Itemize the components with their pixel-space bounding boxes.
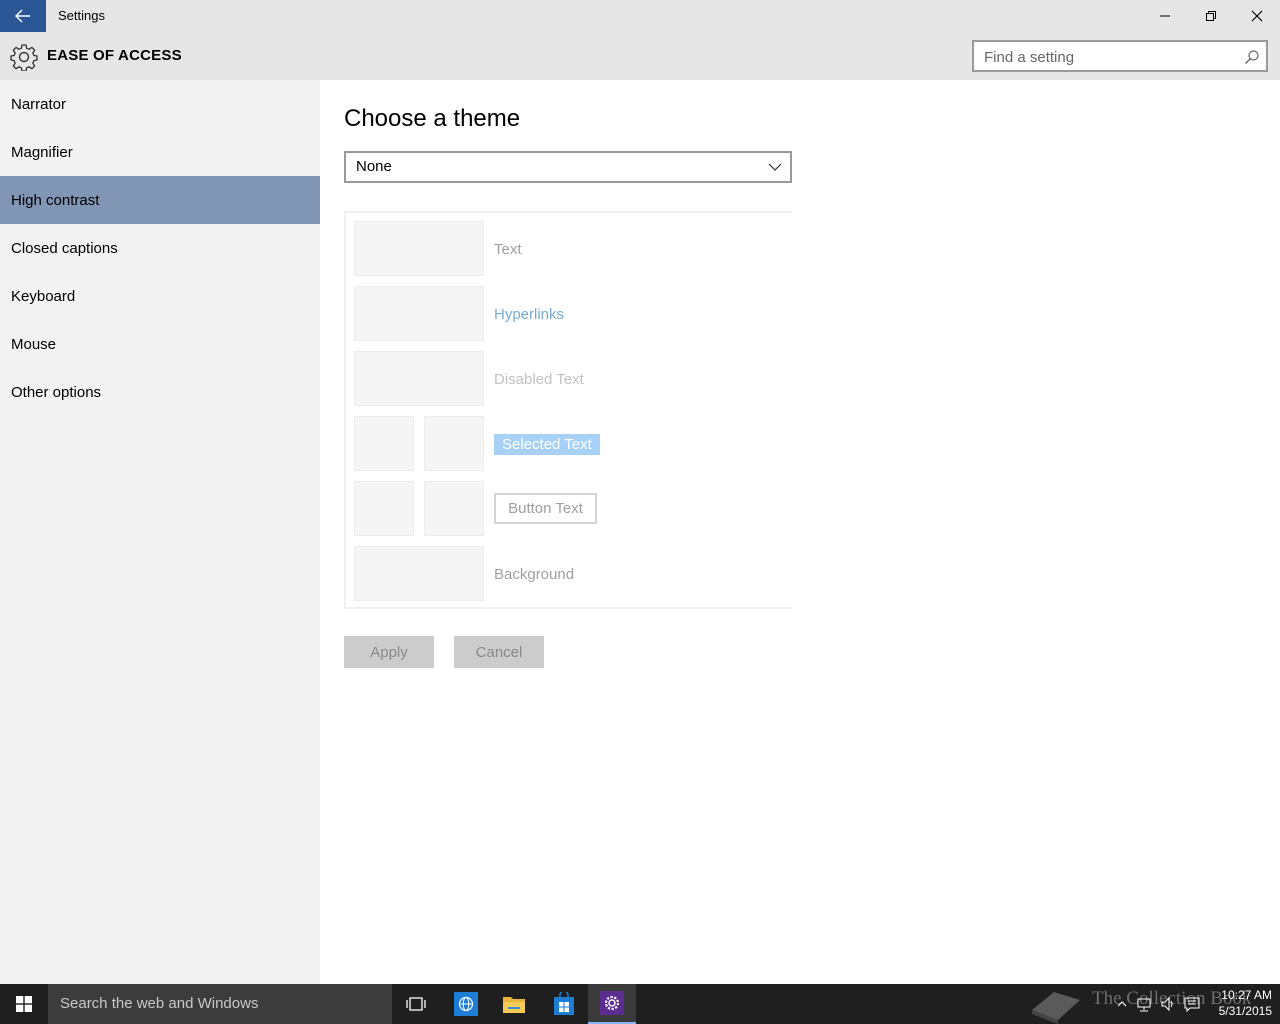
- title-bar: Settings: [0, 0, 1280, 32]
- search-box[interactable]: [972, 40, 1268, 72]
- preview-text-label: Text: [494, 241, 522, 258]
- theme-preview: Text Hyperlinks Disabled Text Selected T…: [344, 211, 792, 609]
- hyperlink-color-swatch[interactable]: [354, 286, 484, 341]
- network-icon[interactable]: [1136, 994, 1152, 1014]
- sidebar-item-narrator[interactable]: Narrator: [0, 80, 320, 128]
- folder-icon: [503, 997, 525, 1013]
- preview-hyperlinks-label: Hyperlinks: [494, 306, 565, 323]
- selected-text-bg-swatch[interactable]: [424, 416, 484, 471]
- button-text-fg-swatch[interactable]: [354, 481, 414, 536]
- back-arrow-icon: [15, 9, 30, 23]
- preview-background-label: Background: [494, 566, 575, 583]
- theme-dropdown[interactable]: None: [344, 151, 792, 183]
- volume-icon[interactable]: [1160, 994, 1176, 1014]
- start-button[interactable]: [0, 984, 48, 1024]
- search-icon[interactable]: [1244, 49, 1260, 65]
- sidebar-item-other-options[interactable]: Other options: [0, 368, 320, 416]
- sidebar-item-keyboard[interactable]: Keyboard: [0, 272, 320, 320]
- close-icon: [1251, 10, 1263, 22]
- back-button[interactable]: [0, 0, 46, 32]
- text-color-swatch[interactable]: [354, 221, 484, 276]
- sidebar-item-closed-captions[interactable]: Closed captions: [0, 224, 320, 272]
- background-color-swatch[interactable]: [354, 546, 484, 601]
- button-text-bg-swatch[interactable]: [424, 481, 484, 536]
- globe-icon: [454, 992, 478, 1016]
- settings-header: EASE OF ACCESS: [0, 32, 1280, 80]
- clock-time: 10:27 AM: [1221, 988, 1272, 1002]
- close-button[interactable]: [1234, 0, 1280, 32]
- taskbar-search-text: Search the web and Windows: [60, 995, 259, 1012]
- preview-disabled-text-label: Disabled Text: [494, 371, 584, 388]
- gear-icon: [10, 44, 38, 71]
- section-title: EASE OF ACCESS: [47, 47, 182, 64]
- taskbar-search-box[interactable]: Search the web and Windows: [48, 984, 392, 1024]
- minimize-button[interactable]: [1142, 0, 1188, 32]
- minimize-icon: [1160, 15, 1170, 17]
- apply-button[interactable]: Apply: [344, 636, 434, 668]
- disabled-text-color-swatch[interactable]: [354, 351, 484, 406]
- main-content: Choose a theme None Text Hyperlinks Disa…: [320, 80, 1280, 984]
- task-view-icon: [406, 997, 426, 1011]
- selected-text-fg-swatch[interactable]: [354, 416, 414, 471]
- page-title: Choose a theme: [344, 105, 521, 132]
- app-title: Settings: [58, 8, 105, 23]
- preview-selected-text-label: Selected Text: [494, 434, 600, 455]
- theme-dropdown-value: None: [356, 158, 392, 175]
- clock-date: 5/31/2015: [1218, 1004, 1272, 1018]
- settings-app-icon: [600, 991, 624, 1015]
- taskbar-browser-button[interactable]: [442, 984, 490, 1024]
- action-center-icon[interactable]: [1184, 994, 1200, 1014]
- preview-button-text-label: Button Text: [494, 493, 597, 524]
- restore-button[interactable]: [1188, 0, 1234, 32]
- taskbar-settings-button[interactable]: [588, 984, 636, 1024]
- taskbar: Search the web and Windows The Collectio…: [0, 984, 1280, 1024]
- sidebar-item-high-contrast[interactable]: High contrast: [0, 176, 320, 224]
- store-icon: [554, 992, 574, 1015]
- search-input[interactable]: [984, 47, 1234, 67]
- chevron-down-icon: [768, 163, 782, 171]
- restore-icon: [1206, 11, 1216, 21]
- clock[interactable]: 10:27 AM 5/31/2015: [1206, 987, 1272, 1019]
- windows-logo-icon: [16, 996, 32, 1012]
- cancel-button[interactable]: Cancel: [454, 636, 544, 668]
- sidebar: Narrator Magnifier High contrast Closed …: [0, 80, 320, 984]
- taskbar-store-button[interactable]: [540, 984, 588, 1024]
- sidebar-item-mouse[interactable]: Mouse: [0, 320, 320, 368]
- sidebar-item-magnifier[interactable]: Magnifier: [0, 128, 320, 176]
- chevron-up-icon[interactable]: [1114, 994, 1130, 1014]
- task-view-button[interactable]: [392, 984, 440, 1024]
- taskbar-file-explorer-button[interactable]: [490, 984, 538, 1024]
